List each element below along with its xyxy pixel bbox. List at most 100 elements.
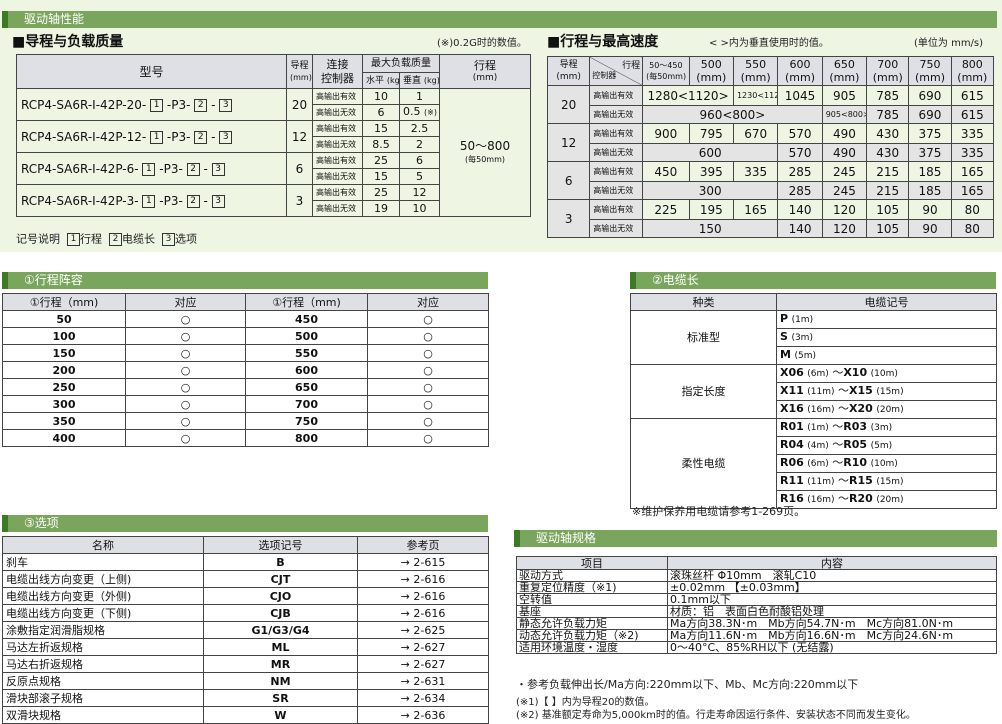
support-mark: ○	[125, 395, 246, 413]
col-800: 800 (mm)	[950, 56, 995, 86]
horizontal-cell: 6	[362, 104, 400, 121]
cable-type-cell: 柔性电缆	[630, 418, 777, 509]
vertical-cell: 2	[399, 136, 440, 153]
support-mark: ○	[125, 429, 246, 447]
option-page: → 2-631	[357, 672, 489, 690]
spec-note-1: ・参考负载伸出长/Ma方向:220mm以下、Mb、Mc方向:220mm以下	[516, 678, 859, 691]
option-name: 马达左折返规格	[2, 638, 204, 656]
stroke-value: 200	[2, 361, 126, 379]
speed-note: < >内为垂直使用时的值。	[709, 38, 829, 49]
speed-cell: 285	[777, 161, 823, 182]
option-code: B	[203, 553, 358, 571]
col-speed-diag: 行程 控制器	[589, 56, 644, 86]
section-bar-cable: ②电缆长	[630, 272, 996, 289]
speed-lead-cell: 3	[546, 199, 591, 238]
speed-cell: 690	[908, 105, 952, 124]
controller-cell: 高输出有效	[312, 184, 363, 201]
cable-type-cell: 指定长度	[630, 364, 777, 419]
speed-cell: 215	[866, 181, 910, 200]
cable-table: 种类 电缆记号 标准型 P (1m) S (3m) M (5m) 指定长度 X06 (…	[630, 293, 997, 509]
speed-cell: 960<800>	[642, 105, 823, 124]
cable-code-cell: X11 (11m) ～X15 (15m)	[776, 382, 997, 401]
legend: 记号说明 1 行程 2 电缆长 3 选项	[16, 232, 197, 246]
speed-cell: 600	[642, 143, 779, 162]
col-50-450: 50～450 (每50mm)	[642, 56, 690, 86]
horizontal-cell: 8.5	[362, 136, 400, 153]
stroke-value: 400	[2, 429, 126, 447]
speed-cell: 195	[688, 199, 734, 220]
speed-table: 导程 (mm) 行程 控制器 50～450 (每50mm) 500 (mm) 550 (m…	[546, 56, 995, 238]
spec-item: 静态允许负载力矩	[516, 617, 668, 630]
cable-code-cell: R01 (1m) ～R03 (3m)	[776, 418, 997, 437]
support-mark: ○	[125, 327, 246, 345]
col-support-right: 对应	[367, 293, 489, 311]
option-page: → 2-616	[357, 604, 489, 622]
guide-note: (※)0.2G时的数值。	[437, 38, 527, 49]
speed-cell: 335	[950, 143, 995, 162]
stroke-table: ①行程（mm) 对应 ①行程（mm) 对应 50 ○ 450 ○ 100 ○ 500 ○ 150 ○…	[2, 293, 489, 447]
col-stroke-right: ①行程（mm)	[245, 293, 368, 311]
option-code: W	[203, 706, 358, 724]
section-bar-options: ③选项	[2, 515, 488, 532]
option-page: → 2-616	[357, 587, 489, 605]
stroke-value: 100	[2, 327, 126, 345]
stroke-value: 50	[2, 310, 126, 328]
speed-cell: 150	[642, 219, 779, 238]
speed-cell: 490	[821, 123, 868, 144]
cable-code-cell: X06 (6m) ～X10 (10m)	[776, 364, 997, 383]
speed-unit: (单位为 mm/s)	[914, 38, 984, 49]
cable-code-cell: R16 (16m) ～R20 (20m)	[776, 490, 997, 509]
stroke-value: 700	[245, 395, 368, 413]
speed-controller-cell: 高输出无效	[589, 181, 644, 200]
col-option-name: 名称	[2, 536, 204, 554]
speed-cell: 1045	[777, 85, 823, 106]
model-cell: RCP4-SA6R-I-42P-6- 1 -P3- 2 - 3	[16, 152, 287, 185]
option-name: 电缆出线方向变更（外侧)	[2, 587, 204, 605]
speed-cell: 615	[950, 85, 995, 106]
model-cell: RCP4-SA6R-I-42P-20- 1 -P3- 2 - 3	[16, 88, 287, 121]
option-code: G1/G3/G4	[203, 621, 358, 639]
lead-cell: 20	[286, 88, 313, 121]
support-mark: ○	[367, 412, 489, 430]
speed-cell: 285	[777, 181, 823, 200]
speed-cell: 105	[866, 219, 910, 238]
option-code: SR	[203, 689, 358, 707]
option-name: 涂敷指定润滑脂规格	[2, 621, 204, 639]
controller-cell: 高输出有效	[312, 152, 363, 169]
speed-cell: 335	[732, 161, 779, 182]
stroke-value: 450	[245, 310, 368, 328]
col-cable-type: 种类	[630, 293, 777, 311]
stroke-value: 250	[2, 378, 126, 396]
speed-cell: 375	[908, 143, 952, 162]
option-name: 滑块部滚子规格	[2, 689, 204, 707]
option-page: → 2-627	[357, 655, 489, 673]
col-controller: 连接 控制器	[312, 54, 363, 89]
speed-cell: 785	[866, 105, 910, 124]
horizontal-cell: 15	[362, 168, 400, 185]
option-page: → 2-615	[357, 553, 489, 571]
option-name: 马达右折返规格	[2, 655, 204, 673]
speed-lead-cell: 6	[546, 161, 591, 200]
support-mark: ○	[367, 344, 489, 362]
vertical-cell: 2.5	[399, 120, 440, 137]
vertical-cell: 0.5 (※)	[399, 104, 440, 121]
spec-content: Ma方向38.3N･m Mb方向54.7N･m Mc方向81.0N･m	[667, 617, 997, 630]
option-code: CJB	[203, 604, 358, 622]
stroke-range-cell: 50～800 (每50mm)	[439, 88, 531, 217]
support-mark: ○	[367, 429, 489, 447]
speed-cell: 165	[950, 161, 995, 182]
horizontal-cell: 19	[362, 200, 400, 217]
speed-cell: 245	[821, 161, 868, 182]
option-page: → 2-616	[357, 570, 489, 588]
speed-cell: 90	[908, 219, 952, 238]
speed-cell: 80	[950, 219, 995, 238]
spec-table: 项目 内容 驱动方式 滚珠丝杆 Φ10mm 滚轧C10 重复定位精度（※1) ±0.0…	[516, 556, 997, 654]
speed-cell: 120	[821, 219, 868, 238]
option-name: 双滑块规格	[2, 706, 204, 724]
support-mark: ○	[125, 378, 246, 396]
guide-load-title: ■导程与负载质量	[12, 34, 124, 50]
section-bar-drive-performance: 驱动轴性能	[2, 11, 997, 28]
model-cell: RCP4-SA6R-I-42P-3- 1 -P3- 2 - 3	[16, 184, 287, 217]
controller-cell: 高输出无效	[312, 104, 363, 121]
controller-cell: 高输出无效	[312, 168, 363, 185]
